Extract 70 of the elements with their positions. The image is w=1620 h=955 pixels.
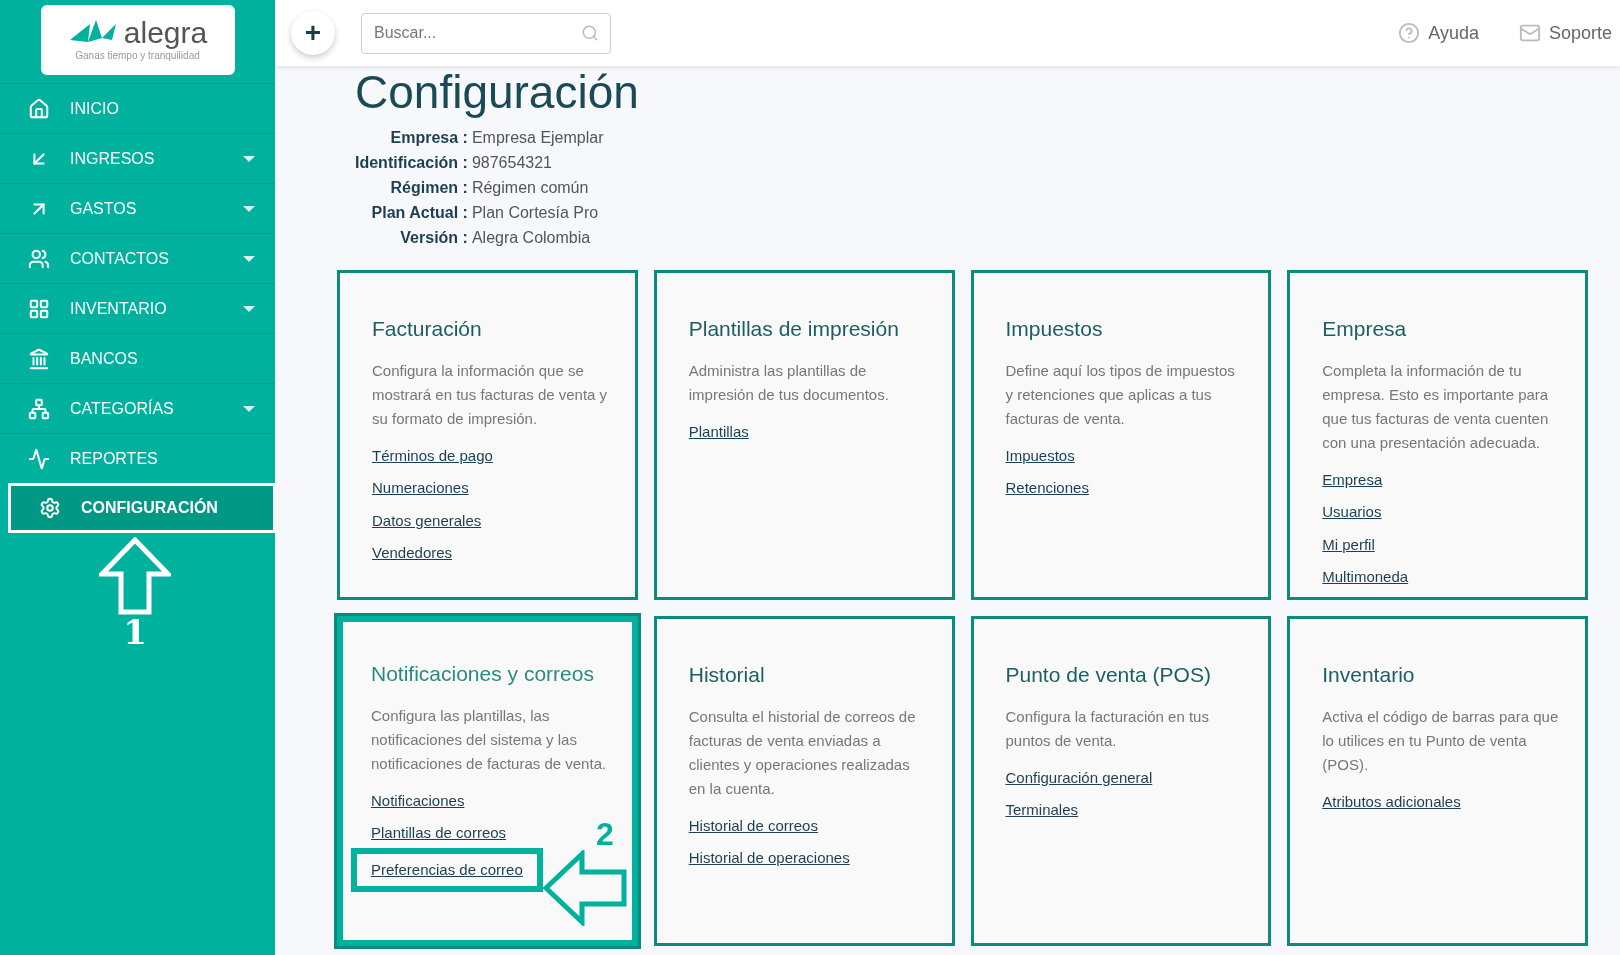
settings-link[interactable]: Numeraciones: [372, 477, 469, 500]
home-icon: [28, 97, 50, 120]
detail-label: Régimen :: [389, 178, 468, 198]
settings-icon: [39, 497, 61, 519]
mail-icon: [1518, 22, 1541, 44]
detail-label: Empresa :: [389, 128, 468, 148]
settings-link[interactable]: Preferencias de correo: [351, 847, 543, 892]
settings-link[interactable]: Vendedores: [372, 542, 453, 565]
line-chart-icon: [28, 447, 50, 470]
search-field[interactable]: Buscar...: [361, 12, 611, 54]
settings-link[interactable]: Empresa: [1322, 468, 1383, 491]
support-link[interactable]: Soporte: [1518, 19, 1612, 47]
settings-link[interactable]: Plantillas de correos: [371, 822, 507, 845]
detail-label: Plan Actual :: [370, 203, 468, 223]
card-description: Configura la información que se mostrará en tus facturas de venta y su formato de impresión.: [372, 360, 609, 429]
settings-link[interactable]: Historial de correos: [688, 814, 818, 837]
caret-icon: [243, 155, 255, 162]
settings-link[interactable]: Mi perfil: [1322, 533, 1375, 556]
card-title: Inventario: [1322, 662, 1416, 688]
caret-icon: [243, 205, 255, 212]
help-link[interactable]: Ayuda: [1398, 19, 1479, 47]
nav-item[interactable]: CONFIGURACIÓN: [8, 483, 276, 533]
card-title: Notificaciones y correos: [371, 661, 595, 687]
card-description: Define aquí los tipos de impuestos y retenciones que aplicas a tus facturas de venta.: [1005, 360, 1236, 429]
search-icon: [581, 23, 599, 42]
settings-link[interactable]: Notificaciones: [371, 789, 465, 812]
card-description: Completa la información de tu empresa. Esto es importante para que tus facturas de venta cuenten con una presentación adecuada.: [1322, 360, 1550, 453]
detail-value: Plan Cortesía Pro: [471, 203, 600, 223]
card-title: Empresa: [1322, 316, 1408, 342]
card-title: Punto de venta (POS): [1005, 662, 1212, 688]
card-description: Administra las plantillas de impresión de tus documentos.: [688, 360, 890, 405]
settings-link[interactable]: Retenciones: [1005, 477, 1089, 500]
settings-link[interactable]: Multimoneda: [1322, 566, 1409, 589]
detail-label: Versión :: [399, 228, 468, 248]
settings-link[interactable]: Datos generales: [372, 509, 482, 532]
page-title: Configuración: [355, 65, 640, 120]
caret-icon: [243, 255, 255, 262]
card-title: Facturación: [372, 316, 483, 342]
bank-icon: [28, 347, 50, 370]
people-icon: [28, 247, 50, 270]
card-description: Consulta el historial de correos de facturas de venta enviadas a clientes y operaciones realizadas en la cuenta.: [688, 706, 917, 799]
card-description: Configura la facturación en tus puntos de venta.: [1005, 706, 1210, 751]
hierarchy-icon: [28, 397, 50, 420]
logo-name: alegra: [123, 17, 208, 48]
card-description: Activa el código de barras para que lo utilices en tu Punto de venta (POS).: [1322, 706, 1560, 775]
step-number: 1: [123, 615, 147, 649]
add-button[interactable]: +: [291, 11, 335, 55]
detail-value: Alegra Colombia: [471, 228, 592, 248]
card-title: Impuestos: [1005, 316, 1104, 342]
card-title: Plantillas de impresión: [688, 316, 900, 342]
detail-label: Identificación :: [355, 153, 468, 173]
logo-tagline: Ganas tiempo y tranquilidad: [75, 49, 200, 63]
settings-link[interactable]: Plantillas: [688, 420, 749, 443]
detail-value: Empresa Ejemplar: [471, 128, 604, 148]
settings-link[interactable]: Términos de pago: [372, 444, 493, 467]
detail-value: 987654321: [471, 153, 553, 173]
card-title: Historial: [688, 662, 766, 688]
settings-link[interactable]: Atributos adicionales: [1322, 790, 1461, 813]
settings-link[interactable]: Configuración general: [1005, 766, 1153, 789]
card-description: Configura las plantillas, las notificaciones del sistema y las notificaciones de facturas de venta.: [371, 705, 608, 774]
settings-link[interactable]: Historial de operaciones: [688, 847, 850, 870]
settings-link[interactable]: Usuarios: [1322, 501, 1382, 524]
caret-icon: [243, 305, 255, 312]
settings-link[interactable]: Terminales: [1005, 799, 1079, 822]
help-icon: [1398, 22, 1421, 44]
detail-value: Régimen común: [471, 178, 590, 198]
step-number: 2: [595, 818, 614, 850]
caret-icon: [243, 405, 255, 412]
grid-icon: [28, 297, 50, 320]
settings-link[interactable]: Impuestos: [1005, 444, 1075, 467]
